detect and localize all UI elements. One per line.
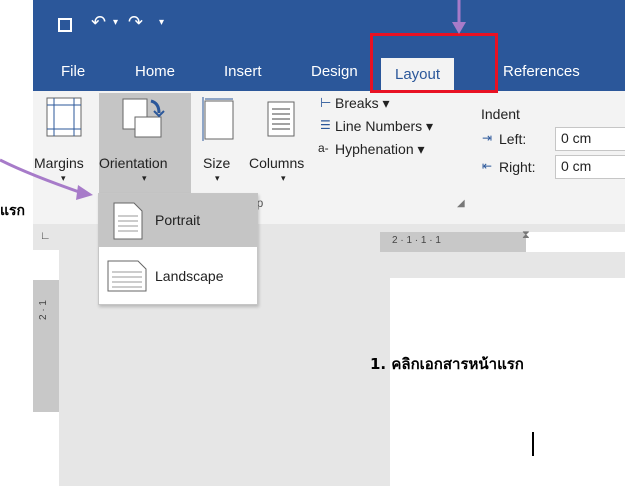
annotation-left-partial: แรก — [0, 203, 26, 219]
arrow-to-orientation — [0, 158, 93, 200]
annotation-step1: 1. คลิกเอกสารหน้าแรก — [370, 355, 524, 373]
